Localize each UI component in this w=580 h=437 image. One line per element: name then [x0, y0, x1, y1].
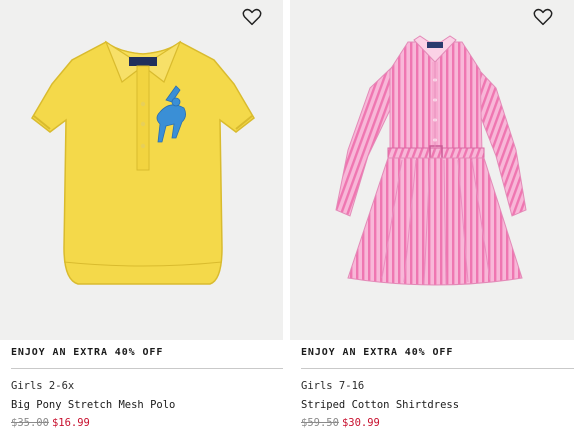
- product-name[interactable]: Big Pony Stretch Mesh Polo: [11, 399, 175, 411]
- pink-shirtdress-image: [335, 35, 527, 286]
- original-price: $59.50: [301, 417, 339, 429]
- divider: [11, 368, 283, 369]
- yellow-polo-image: [31, 40, 255, 285]
- price-block: $35.00 $16.99: [11, 417, 90, 429]
- promo-label: ENJOY AN EXTRA 40% OFF: [11, 347, 164, 358]
- price-block: $59.50 $30.99: [301, 417, 380, 429]
- promo-label: ENJOY AN EXTRA 40% OFF: [301, 347, 454, 358]
- original-price: $35.00: [11, 417, 49, 429]
- product-image[interactable]: [0, 0, 283, 340]
- wishlist-heart-icon[interactable]: [241, 6, 263, 28]
- product-name[interactable]: Striped Cotton Shirtdress: [301, 399, 459, 411]
- product-category: Girls 2-6x: [11, 380, 75, 392]
- product-card[interactable]: ENJOY AN EXTRA 40% OFF Girls 2-6x Big Po…: [0, 0, 283, 437]
- divider: [301, 368, 574, 369]
- product-image[interactable]: [290, 0, 574, 340]
- wishlist-heart-icon[interactable]: [532, 6, 554, 28]
- sale-price: $30.99: [341, 417, 380, 429]
- product-grid: ENJOY AN EXTRA 40% OFF Girls 2-6x Big Po…: [0, 0, 580, 437]
- sale-price: $16.99: [51, 417, 90, 429]
- product-category: Girls 7-16: [301, 380, 365, 392]
- product-card[interactable]: ENJOY AN EXTRA 40% OFF Girls 7-16 Stripe…: [290, 0, 574, 437]
